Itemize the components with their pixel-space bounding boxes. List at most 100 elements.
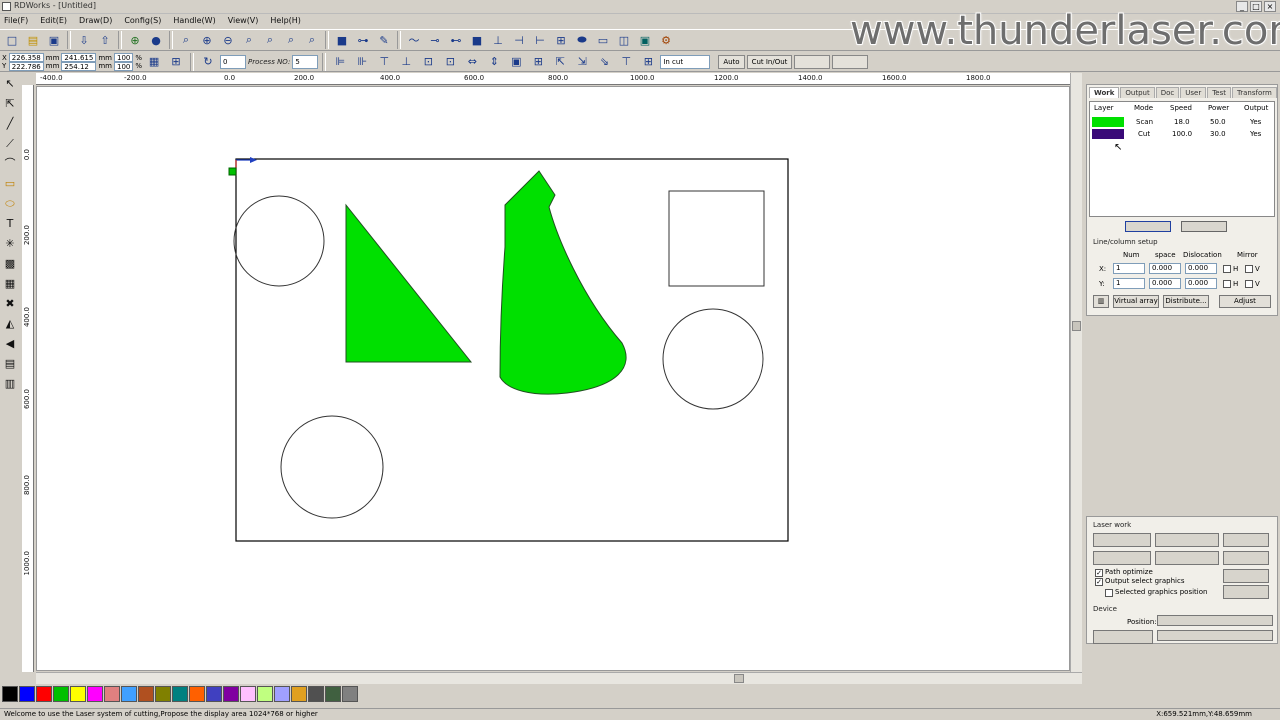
mirror-tool-icon[interactable]: ◭	[2, 315, 18, 333]
rotate-icon[interactable]: ↻	[198, 53, 218, 71]
curve-smooth-icon[interactable]: 〜	[404, 31, 424, 49]
color-swatch[interactable]	[53, 686, 69, 702]
lead-icon[interactable]: ⊞	[638, 53, 658, 71]
x-space-input[interactable]: 0.000	[1149, 263, 1181, 274]
menu-help[interactable]: Help(H)	[270, 14, 301, 28]
bitmap-icon[interactable]: ▩	[2, 255, 18, 273]
stop-button[interactable]	[1223, 533, 1269, 547]
color-swatch[interactable]	[104, 686, 120, 702]
color-swatch[interactable]	[274, 686, 290, 702]
ungroup-icon[interactable]: ⊶	[353, 31, 373, 49]
width-field[interactable]: 241.615	[61, 52, 97, 62]
circle-shape[interactable]	[280, 415, 384, 519]
point-icon[interactable]: ✳	[2, 235, 18, 253]
node-select-icon[interactable]: ⇱	[2, 95, 18, 113]
array-icon[interactable]: ⊞	[551, 31, 571, 49]
layer-up-button[interactable]	[1125, 221, 1171, 232]
adjust-button[interactable]: Adjust	[1219, 295, 1271, 308]
layer-row[interactable]: Cut 100.0 30.0 Yes	[1090, 129, 1274, 140]
device-select[interactable]	[1157, 630, 1273, 641]
x-scale-field[interactable]: 100	[113, 52, 134, 62]
tab-doc[interactable]: Doc	[1155, 87, 1180, 98]
align-top-icon[interactable]: ⊤	[374, 53, 394, 71]
new-file-icon[interactable]: □	[2, 31, 22, 49]
x-num-input[interactable]: 1	[1113, 263, 1145, 274]
same-size-icon[interactable]: ▣	[506, 53, 526, 71]
horizontal-scrollbar[interactable]	[36, 672, 1082, 684]
align-right-icon[interactable]: ⊪	[352, 53, 372, 71]
align-left-icon[interactable]: ⊫	[330, 53, 350, 71]
zoom-page-icon[interactable]: ⌕	[260, 31, 280, 49]
open-folder-icon[interactable]: ▤	[23, 31, 43, 49]
frame-button[interactable]	[1223, 585, 1269, 599]
cut-path-icon[interactable]: ⊥	[488, 31, 508, 49]
triangle-shape[interactable]	[345, 203, 473, 363]
mirror-h-icon[interactable]: ⇱	[550, 53, 570, 71]
y-position-field[interactable]: 222.786	[8, 61, 44, 71]
frame-icon[interactable]: ▭	[593, 31, 613, 49]
select-icon[interactable]: ⌕	[176, 31, 196, 49]
table-tool-icon[interactable]: ▥	[2, 375, 18, 393]
color-swatch[interactable]	[223, 686, 239, 702]
menu-file[interactable]: File(F)	[4, 14, 28, 28]
distribute-button[interactable]: Distribute...	[1163, 295, 1209, 308]
color-swatch[interactable]	[189, 686, 205, 702]
arrange-icon[interactable]: ⊣	[509, 31, 529, 49]
node-edit-icon[interactable]: ✎	[374, 31, 394, 49]
import-icon[interactable]: ⇩	[74, 31, 94, 49]
update-button[interactable]	[1223, 569, 1269, 583]
scroll-thumb[interactable]	[734, 674, 744, 683]
distribute-v-icon[interactable]: ⇕	[484, 53, 504, 71]
text-icon[interactable]: T	[2, 215, 18, 233]
color-swatch[interactable]	[70, 686, 86, 702]
zoom-in-icon[interactable]: ⊕	[197, 31, 217, 49]
circle-shape[interactable]	[662, 308, 764, 410]
machine-icon[interactable]: ⬬	[572, 31, 592, 49]
monitor-icon[interactable]: ▣	[635, 31, 655, 49]
start-point-icon[interactable]: ⊤	[616, 53, 636, 71]
align-hcenter-icon[interactable]: ⊡	[418, 53, 438, 71]
layer-down-button[interactable]	[1181, 221, 1227, 232]
y-space-input[interactable]: 0.000	[1149, 278, 1181, 289]
color-swatch[interactable]	[308, 686, 324, 702]
color-swatch[interactable]	[36, 686, 52, 702]
color-swatch[interactable]	[121, 686, 137, 702]
path-optimize-checkbox[interactable]: ✓	[1095, 569, 1103, 577]
x-position-field[interactable]: 226.358	[8, 52, 44, 62]
color-swatch[interactable]	[138, 686, 154, 702]
combine-icon[interactable]: ■	[467, 31, 487, 49]
lock-ratio-icon[interactable]: ▦	[144, 53, 164, 71]
export-icon[interactable]: ⇧	[95, 31, 115, 49]
selection-handle[interactable]	[228, 167, 237, 176]
polyline-icon[interactable]: ⟋	[2, 135, 18, 153]
tab-work[interactable]: Work	[1089, 87, 1120, 98]
y-num-input[interactable]: 1	[1113, 278, 1145, 289]
center-icon[interactable]: ⊞	[528, 53, 548, 71]
rectangle-icon[interactable]: ▭	[2, 175, 18, 193]
delete-icon[interactable]: ✖	[2, 295, 18, 313]
color-swatch[interactable]	[342, 686, 358, 702]
drawing-canvas[interactable]	[36, 86, 1070, 671]
virtual-array-button[interactable]: Virtual array	[1113, 295, 1159, 308]
color-swatch[interactable]	[172, 686, 188, 702]
add-circle-icon[interactable]: ⊕	[125, 31, 145, 49]
group-icon[interactable]: ■	[332, 31, 352, 49]
mirror-v-checkbox-y[interactable]	[1245, 280, 1253, 288]
ellipse-icon[interactable]: ⬭	[2, 195, 18, 213]
color-swatch[interactable]	[240, 686, 256, 702]
line-icon[interactable]: ╱	[2, 115, 18, 133]
cut-mode-select[interactable]: In cut	[660, 54, 711, 69]
grid-icon[interactable]: ⊞	[166, 53, 186, 71]
circle-shape[interactable]	[233, 195, 325, 287]
x-dislocation-input[interactable]: 0.000	[1185, 263, 1217, 274]
grid-array-icon[interactable]: ▦	[2, 275, 18, 293]
color-swatch[interactable]	[291, 686, 307, 702]
settings-icon[interactable]: ⚙	[656, 31, 676, 49]
layer-tool-icon[interactable]: ▤	[2, 355, 18, 373]
start-button[interactable]	[1093, 533, 1151, 547]
extra-button-2[interactable]	[832, 54, 869, 69]
scroll-thumb[interactable]	[1072, 321, 1081, 331]
go-scale-button[interactable]	[1223, 551, 1269, 565]
download-button[interactable]	[1155, 551, 1219, 565]
mirror-h-checkbox-y[interactable]	[1223, 280, 1231, 288]
